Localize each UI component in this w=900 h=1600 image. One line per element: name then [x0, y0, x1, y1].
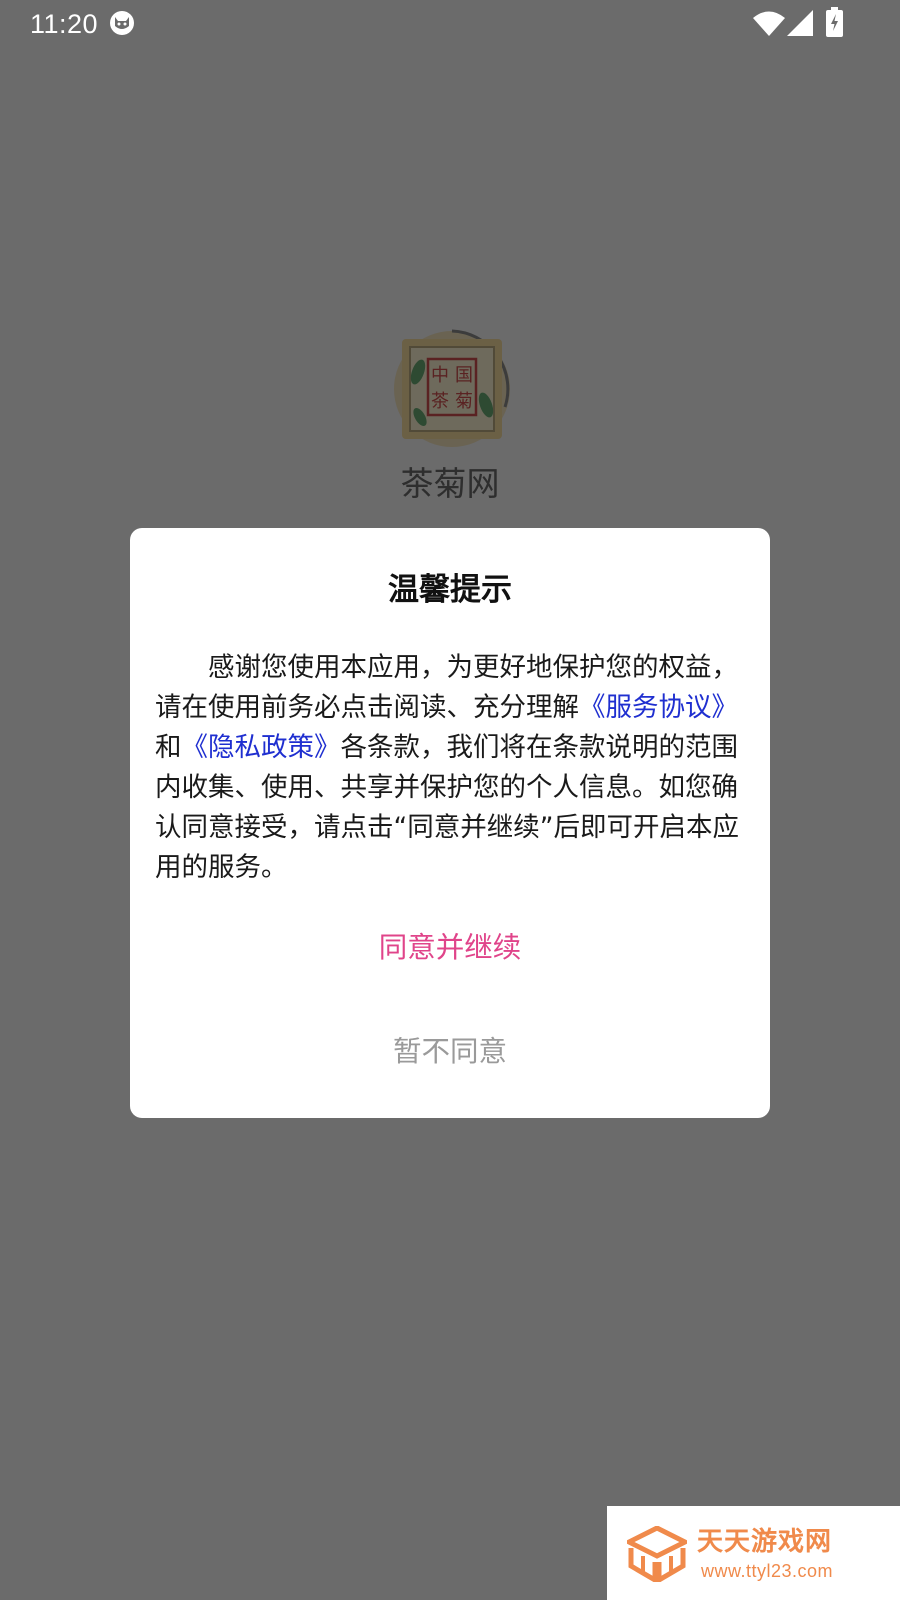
dialog-title: 温馨提示 — [388, 572, 512, 608]
status-time: 11:20 — [30, 9, 99, 39]
battery-charging-icon — [826, 7, 843, 37]
seal-char: 菊 — [455, 391, 473, 412]
agree-and-continue-button[interactable]: 同意并继续 — [130, 918, 770, 978]
service-agreement-link[interactable]: 《服务协议》 — [579, 692, 738, 723]
seal-char: 国 — [455, 365, 473, 386]
body-text: 和 — [155, 732, 182, 763]
dialog-body: 感谢您使用本应用，为更好地保护您的权益，请在使用前务必点击阅读、充分理解《服务协… — [155, 648, 755, 888]
watermark: 天天游戏网 www.ttyl23.com — [607, 1506, 900, 1600]
privacy-dialog: 温馨提示 感谢您使用本应用，为更好地保护您的权益，请在使用前务必点击阅读、充分理… — [130, 528, 770, 1118]
signal-icon — [787, 10, 813, 36]
tea-seal-logo: 中 国 茶 菊 — [394, 329, 510, 447]
seal-char: 中 — [431, 365, 449, 386]
watermark-logo-icon — [627, 1526, 687, 1582]
status-bar: 11:20 — [0, 0, 900, 48]
watermark-url: www.ttyl23.com — [701, 1561, 834, 1581]
cat-notification-icon — [110, 11, 134, 35]
disagree-button[interactable]: 暂不同意 — [130, 1022, 770, 1082]
splash-app-name: 茶菊网 — [400, 464, 500, 503]
watermark-title: 天天游戏网 — [697, 1527, 833, 1557]
wifi-icon — [753, 11, 785, 36]
seal-char: 茶 — [431, 391, 449, 412]
privacy-policy-link[interactable]: 《隐私政策》 — [182, 732, 341, 763]
